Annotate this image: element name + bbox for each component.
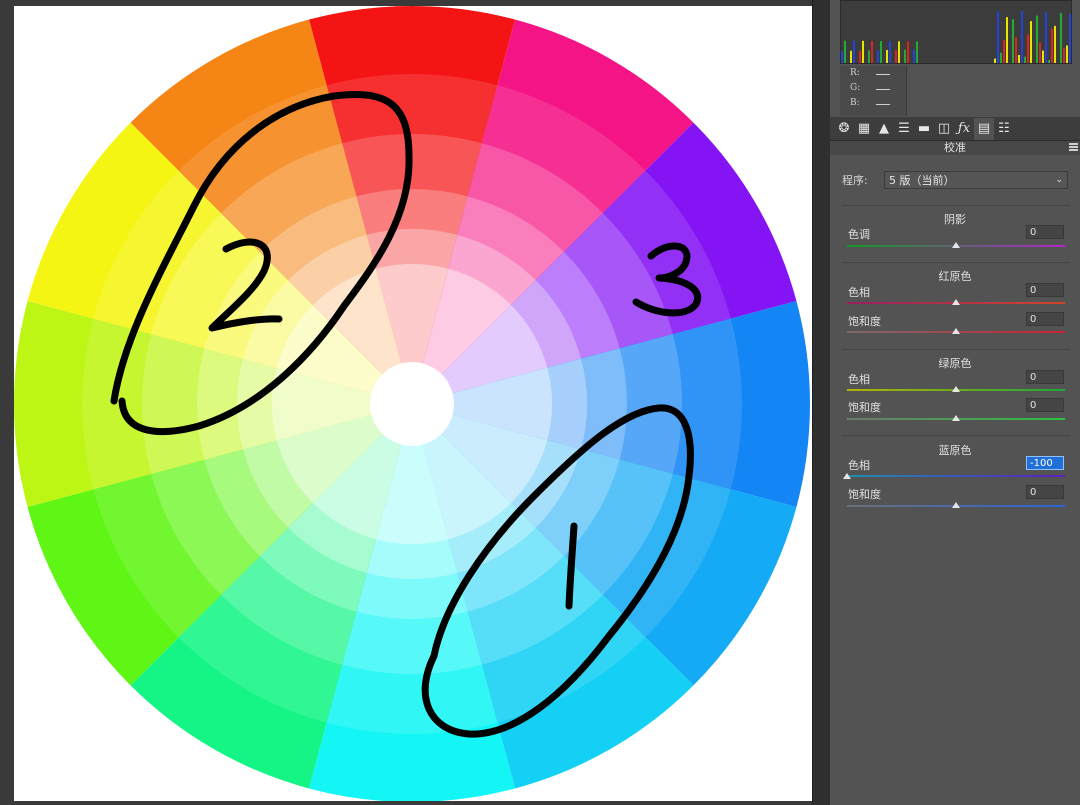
- histogram-bar: [844, 40, 846, 63]
- histogram-bar: [1012, 19, 1014, 63]
- wheel-center: [370, 362, 454, 446]
- histogram-bar: [997, 11, 999, 63]
- readout-g-label: G:: [850, 83, 861, 93]
- histogram-bar: [895, 49, 897, 63]
- histogram-bar: [1066, 45, 1068, 63]
- process-label: 程序:: [842, 174, 868, 187]
- histogram-bar: [1039, 42, 1041, 63]
- section-divider: [842, 205, 1070, 206]
- panel-tabs: ❂ ▦ ▲ ☰ ▬ ◫ ƒx ▤ ☷: [830, 117, 1080, 141]
- histogram-bar: [877, 50, 879, 63]
- histogram-bar: [1048, 59, 1050, 63]
- histogram-bar: [1042, 50, 1044, 63]
- panel-divider[interactable]: [812, 0, 831, 805]
- histogram-bar: [1015, 36, 1017, 63]
- histogram-bar: [1000, 52, 1002, 63]
- slider-value-input[interactable]: 0: [1026, 485, 1064, 499]
- histogram-bar: [841, 51, 843, 63]
- slider-thumb[interactable]: [843, 473, 851, 479]
- histogram-bar: [1069, 13, 1071, 63]
- histogram-bar: [886, 49, 888, 63]
- histogram-bar: [907, 41, 909, 63]
- histogram-bar: [862, 40, 864, 63]
- section-title: 绿原色: [938, 357, 972, 370]
- slider-label: 饱和度: [848, 401, 881, 414]
- histogram-bar: [1024, 56, 1026, 63]
- section-title: 红原色: [938, 270, 972, 283]
- histogram-bar: [1045, 11, 1047, 63]
- chevron-down-icon: ⌄: [1055, 175, 1063, 185]
- section-divider: [842, 349, 1070, 350]
- histogram-bar: [1054, 25, 1056, 63]
- slider-label: 饱和度: [848, 315, 881, 328]
- color-wheel-image: [14, 6, 810, 801]
- section-divider: [842, 435, 1070, 436]
- histogram-bar: [850, 50, 852, 63]
- slider-value-input[interactable]: 0: [1026, 312, 1064, 326]
- slider-label: 饱和度: [848, 488, 881, 501]
- slider-thumb[interactable]: [952, 502, 960, 508]
- histogram-bar: [889, 41, 891, 63]
- slider-value-input[interactable]: 0: [1026, 225, 1064, 239]
- hsl-icon[interactable]: ☰: [894, 118, 914, 140]
- histogram-bar: [1021, 11, 1023, 63]
- slider-thumb[interactable]: [952, 386, 960, 392]
- process-row: 程序: 5 版（当前） ⌄: [842, 170, 1072, 190]
- lens-icon[interactable]: ◫: [934, 118, 954, 140]
- panel-title: 校准: [944, 141, 966, 154]
- slider-label: 色相: [848, 286, 870, 299]
- readout-r-label: R:: [850, 68, 860, 78]
- histogram-bar: [904, 49, 906, 63]
- calibration-icon[interactable]: ▤: [974, 117, 994, 140]
- camera-raw-panel: R: G: B: ❂ ▦ ▲ ☰ ▬ ◫ ƒx ▤ ☷ 校准 程序: 5 版（当…: [830, 0, 1080, 805]
- basic-icon[interactable]: ❂: [834, 118, 854, 140]
- histogram-bar: [1030, 21, 1032, 63]
- slider-thumb[interactable]: [952, 299, 960, 305]
- histogram-bar: [994, 58, 996, 63]
- slider-value-input[interactable]: -100: [1026, 456, 1064, 470]
- panel-title-bar: 校准: [830, 141, 1080, 155]
- histogram-bar: [1006, 17, 1008, 63]
- slider-label: 色相: [848, 373, 870, 386]
- histogram-bar: [1027, 34, 1029, 63]
- histogram-bar: [880, 41, 882, 63]
- split-toning-icon[interactable]: ▬: [914, 118, 934, 140]
- slider-thumb[interactable]: [952, 415, 960, 421]
- histogram-bar: [853, 40, 855, 63]
- histogram-bar: [916, 41, 918, 63]
- rgb-readout: R: G: B:: [840, 66, 907, 116]
- fx-icon[interactable]: ƒx: [954, 118, 974, 140]
- histogram: [840, 0, 1072, 64]
- slider-value-input[interactable]: 0: [1026, 398, 1064, 412]
- detail-icon[interactable]: ▲: [874, 118, 894, 140]
- histogram-bar: [913, 49, 915, 63]
- tone-curve-icon[interactable]: ▦: [854, 118, 874, 140]
- slider-label: 色相: [848, 459, 870, 472]
- histogram-bar: [1003, 39, 1005, 63]
- histogram-bar: [1063, 47, 1065, 63]
- slider-thumb[interactable]: [952, 242, 960, 248]
- presets-icon[interactable]: ☷: [994, 118, 1014, 140]
- slider-value-input[interactable]: 0: [1026, 370, 1064, 384]
- histogram-bar: [1018, 54, 1020, 63]
- histogram-bar: [871, 40, 873, 63]
- slider-track[interactable]: [847, 475, 1065, 477]
- histogram-bar: [1051, 28, 1053, 63]
- histogram-bar: [859, 50, 861, 63]
- process-value: 5 版（当前）: [889, 174, 955, 187]
- panel-menu-icon[interactable]: [1069, 143, 1078, 151]
- histogram-bar: [1060, 12, 1062, 63]
- section-divider: [842, 262, 1070, 263]
- histogram-bar: [898, 41, 900, 63]
- slider-thumb[interactable]: [952, 328, 960, 334]
- histogram-bar: [1036, 15, 1038, 63]
- document-canvas[interactable]: [14, 6, 812, 801]
- process-select[interactable]: 5 版（当前） ⌄: [884, 171, 1068, 189]
- document-canvas-area: [0, 0, 830, 805]
- slider-value-input[interactable]: 0: [1026, 283, 1064, 297]
- histogram-bar: [868, 50, 870, 63]
- slider-label: 色调: [848, 228, 870, 241]
- readout-b-label: B:: [850, 98, 860, 108]
